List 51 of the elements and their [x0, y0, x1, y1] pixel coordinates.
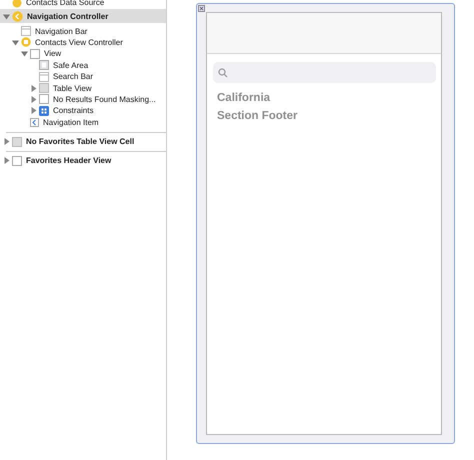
square-icon	[12, 156, 22, 166]
section-header: California	[216, 91, 272, 106]
square-icon	[39, 94, 49, 104]
outline-row[interactable]: Navigation Item	[0, 116, 166, 128]
outline-label: Contacts Data Source	[26, 0, 104, 8]
search-icon	[218, 68, 228, 78]
bar-icon	[39, 72, 49, 82]
outline-row[interactable]: View	[0, 48, 166, 60]
outline-label: Search Bar	[53, 72, 94, 82]
collapsed-triangle-icon[interactable]	[30, 84, 36, 92]
filled-square-icon	[39, 83, 49, 94]
outline-row[interactable]: Favorites Header View	[0, 155, 166, 167]
chevron-box-icon	[30, 118, 39, 127]
collapsed-triangle-icon[interactable]	[2, 138, 10, 146]
outline-row[interactable]: Search Bar	[0, 70, 166, 82]
outline-label: Navigation Controller	[27, 12, 108, 21]
back-chevron-circle-icon	[12, 10, 23, 22]
search-field[interactable]	[213, 62, 436, 83]
collapsed-triangle-icon[interactable]	[30, 107, 36, 114]
section-footer: Section Footer	[207, 107, 441, 125]
outline-label: Table View	[53, 84, 92, 93]
outline-row[interactable]: Constraints	[0, 105, 166, 117]
outline-row[interactable]: Table View	[0, 82, 166, 94]
filled-square-icon	[12, 136, 22, 147]
outline-label: Navigation Bar	[35, 26, 88, 36]
outline-row[interactable]: Navigation Bar	[0, 25, 166, 37]
circle-square-icon	[21, 37, 31, 48]
close-icon[interactable]	[198, 5, 205, 12]
collapsed-triangle-icon[interactable]	[30, 96, 36, 103]
outline-label: View	[44, 49, 62, 58]
outline-label: Contacts View Controller	[35, 38, 123, 47]
outline-row[interactable]: Contacts View Controller	[0, 36, 166, 48]
expanded-triangle-icon[interactable]	[2, 12, 10, 20]
outline-row[interactable]: Contacts Data Source	[0, 0, 166, 8]
collapsed-triangle-icon[interactable]	[2, 157, 10, 164]
outline-label: No Results Found Masking...	[53, 94, 156, 104]
framed-square-icon	[39, 60, 49, 70]
outline-row[interactable]: No Favorites Table View Cell	[0, 136, 166, 148]
outline-row[interactable]: No Results Found Masking...	[0, 94, 166, 106]
outline-label: Constraints	[53, 106, 94, 116]
constraints-icon	[39, 106, 49, 116]
outline-row[interactable]: Navigation Controller	[0, 9, 166, 24]
expanded-triangle-icon[interactable]	[12, 38, 18, 46]
outline-label: Navigation Item	[43, 118, 99, 127]
outline-label: Safe Area	[53, 60, 88, 70]
expanded-triangle-icon[interactable]	[20, 50, 28, 58]
square-icon	[30, 48, 40, 59]
bar-icon	[21, 26, 31, 36]
outline-label: No Favorites Table View Cell	[26, 137, 134, 146]
outline-label: Favorites Header View	[26, 156, 112, 166]
outline-row[interactable]: Safe Area	[0, 60, 166, 71]
